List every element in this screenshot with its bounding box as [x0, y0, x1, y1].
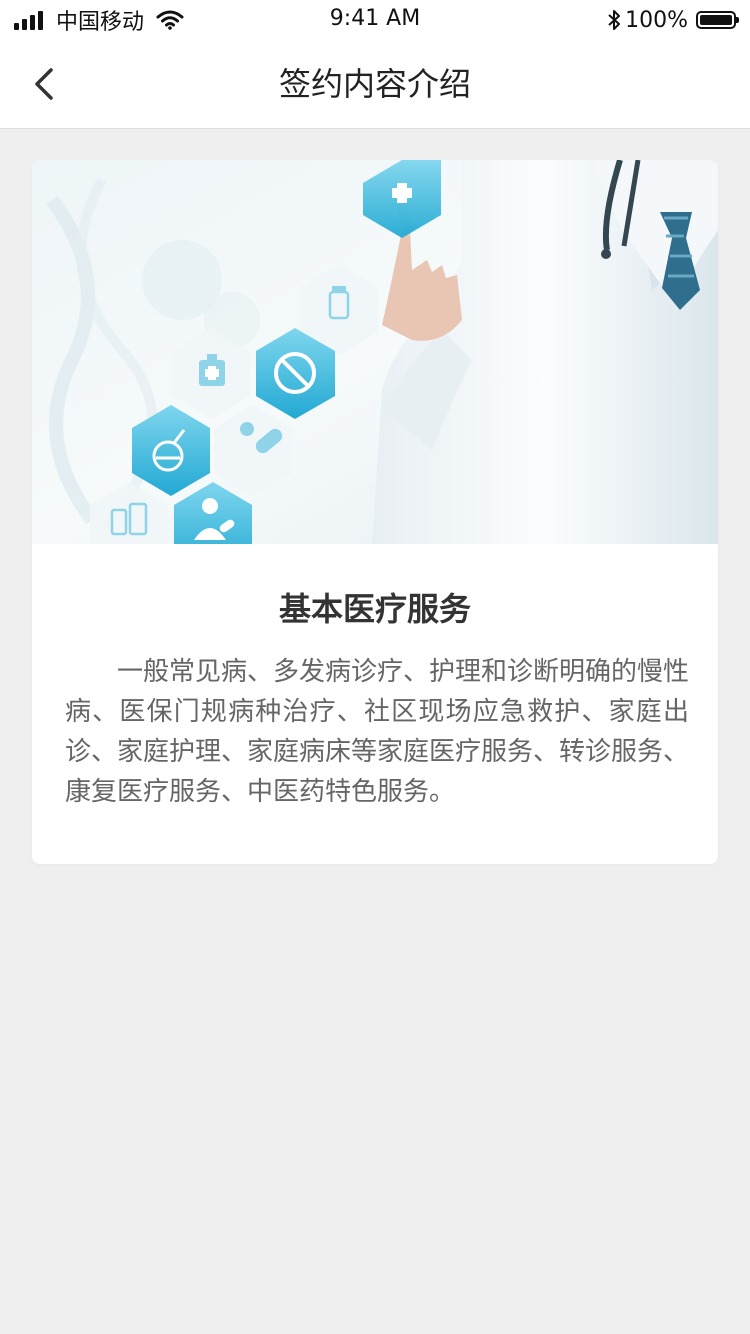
card-title: 基本医疗服务	[278, 590, 471, 628]
battery-icon	[696, 11, 739, 29]
service-card: 基本医疗服务 一般常见病、多发病诊疗、护理和诊断明确的慢性病、医保门规病种治疗、…	[32, 160, 718, 864]
back-button[interactable]	[20, 60, 68, 108]
card-description: 一般常见病、多发病诊疗、护理和诊断明确的慢性病、医保门规病种治疗、社区现场应急救…	[65, 657, 690, 807]
battery-percent: 100%	[625, 7, 688, 33]
status-bar: 中国移动 9:41 AM 100%	[0, 0, 750, 40]
nav-bar: 签约内容介绍	[0, 40, 750, 129]
banner-image	[32, 160, 718, 544]
status-right: 100%	[607, 6, 739, 34]
page-title: 签约内容介绍	[278, 65, 471, 103]
bluetooth-icon	[607, 9, 625, 31]
chevron-left-icon	[35, 68, 53, 100]
battery-fill	[700, 15, 732, 25]
